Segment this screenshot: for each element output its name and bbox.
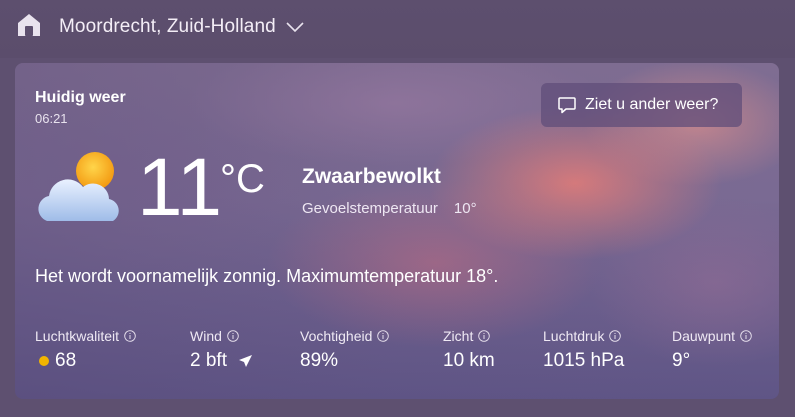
- info-icon[interactable]: [124, 330, 136, 342]
- info-icon[interactable]: [740, 330, 752, 342]
- home-icon[interactable]: [16, 12, 42, 38]
- info-icon[interactable]: [227, 330, 239, 342]
- metric-label: Luchtdruk: [543, 328, 605, 344]
- weather-condition: Zwaarbewolkt: [302, 165, 441, 188]
- observation-time: 06:21: [35, 111, 68, 126]
- metric-label: Zicht: [443, 328, 474, 344]
- metric-air-quality[interactable]: Luchtkwaliteit 68: [35, 328, 136, 372]
- metric-value: 9°: [672, 350, 691, 371]
- air-quality-indicator: [39, 356, 49, 366]
- current-temperature: 11: [137, 142, 223, 233]
- metric-dew-point[interactable]: Dauwpunt 9°: [672, 328, 752, 372]
- metric-value: 10 km: [443, 350, 495, 371]
- metric-label: Wind: [190, 328, 222, 344]
- chevron-down-icon: [286, 22, 304, 33]
- location-name: Moordrecht, Zuid-Holland: [59, 16, 276, 37]
- feels-like-label: Gevoelstemperatuur: [302, 200, 438, 217]
- wind-direction-arrow-icon: [238, 355, 252, 367]
- report-weather-label: Ziet u ander weer?: [585, 96, 719, 113]
- info-icon[interactable]: [377, 330, 390, 342]
- metric-wind[interactable]: Wind 2 bft: [190, 328, 253, 372]
- location-selector[interactable]: Moordrecht, Zuid-Holland: [59, 16, 304, 38]
- info-icon[interactable]: [609, 330, 622, 342]
- forecast-summary: Het wordt voornamelijk zonnig. Maximumte…: [35, 266, 499, 286]
- metric-value: 2 bft: [190, 350, 227, 371]
- report-weather-button[interactable]: Ziet u ander weer?: [541, 83, 742, 127]
- partly-cloudy-sun-icon: [33, 151, 127, 227]
- feels-like: Gevoelstemperatuur 10°: [302, 200, 477, 217]
- metric-visibility[interactable]: Zicht 10 km: [443, 328, 495, 372]
- info-icon[interactable]: [478, 330, 491, 342]
- metric-value: 68: [55, 350, 77, 371]
- feels-like-value: 10°: [453, 200, 477, 217]
- temperature-unit[interactable]: °C: [220, 157, 265, 202]
- current-weather-card: Huidig weer 06:21 Ziet u ander weer? 11: [15, 63, 779, 399]
- metric-value: 89%: [300, 350, 339, 371]
- chat-bubble-icon: [558, 97, 576, 114]
- metric-label: Luchtkwaliteit: [35, 328, 120, 344]
- metric-label: Dauwpunt: [672, 328, 736, 344]
- top-bar: Moordrecht, Zuid-Holland: [0, 0, 795, 58]
- current-weather-title: Huidig weer: [35, 89, 126, 106]
- metric-pressure[interactable]: Luchtdruk 1015 hPa: [543, 328, 624, 372]
- metric-label: Vochtigheid: [300, 328, 373, 344]
- metric-value: 1015 hPa: [543, 350, 625, 371]
- metric-humidity[interactable]: Vochtigheid 89%: [300, 328, 390, 372]
